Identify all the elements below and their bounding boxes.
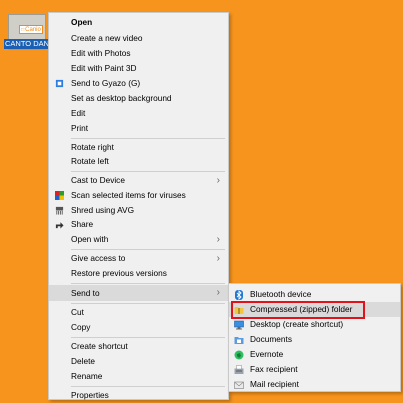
mail-icon — [234, 381, 244, 389]
bluetooth-icon — [235, 290, 243, 300]
menu-separator — [71, 337, 225, 338]
menu-item-create-shortcut[interactable]: Create shortcut — [49, 339, 228, 354]
menu-item-label: Rotate right — [71, 142, 114, 152]
menu-item-create-video[interactable]: Create a new video — [49, 31, 228, 46]
menu-item-cast-device[interactable]: Cast to Device › — [49, 173, 228, 188]
avg-scan-icon — [55, 191, 64, 200]
shredder-icon — [55, 206, 64, 215]
chevron-right-icon: › — [216, 175, 220, 186]
sendto-item-evernote[interactable]: Evernote — [229, 347, 400, 362]
menu-item-label: Open with — [71, 234, 109, 244]
menu-item-scan-viruses[interactable]: Scan selected items for viruses — [49, 188, 228, 203]
menu-item-send-to[interactable]: Send to › — [49, 285, 228, 301]
menu-item-edit-paint3d[interactable]: Edit with Paint 3D — [49, 61, 228, 76]
menu-item-label: Open — [71, 17, 93, 27]
menu-item-give-access[interactable]: Give access to › — [49, 251, 228, 266]
menu-item-label: Create shortcut — [71, 341, 128, 351]
menu-item-label: Properties — [71, 390, 109, 400]
chevron-right-icon: › — [216, 234, 220, 245]
menu-item-label: Print — [71, 123, 89, 133]
menu-item-set-background[interactable]: Set as desktop background — [49, 91, 228, 106]
menu-item-label: Share — [71, 219, 94, 229]
menu-item-label: Rename — [71, 371, 103, 381]
menu-item-label: Shred using AVG — [71, 205, 135, 215]
menu-item-label: Edit with Photos — [71, 48, 131, 58]
menu-item-label: Copy — [71, 322, 91, 332]
menu-item-send-gyazo[interactable]: Send to Gyazo (G) — [49, 76, 228, 91]
menu-item-print[interactable]: Print — [49, 121, 228, 136]
menu-item-label: Create a new video — [71, 33, 143, 43]
menu-item-shred-avg[interactable]: Shred using AVG — [49, 203, 228, 218]
sendto-item-mail[interactable]: Mail recipient — [229, 377, 400, 392]
menu-item-label: Send to — [71, 288, 100, 298]
menu-item-properties[interactable]: Properties — [49, 388, 228, 403]
menu-separator — [71, 303, 225, 304]
menu-item-cut[interactable]: Cut — [49, 305, 228, 320]
documents-icon — [234, 337, 244, 344]
context-menu: Open Create a new video Edit with Photos… — [48, 12, 229, 400]
menu-separator — [71, 283, 225, 284]
sendto-item-label: Mail recipient — [250, 379, 299, 389]
menu-separator — [71, 138, 225, 139]
menu-item-label: Set as desktop background — [71, 93, 172, 103]
menu-item-label: Cut — [71, 307, 84, 317]
menu-item-open-with[interactable]: Open with › — [49, 232, 228, 247]
menu-item-copy[interactable]: Copy — [49, 320, 228, 335]
menu-item-label: Delete — [71, 356, 95, 366]
sendto-item-label: Desktop (create shortcut) — [250, 319, 344, 329]
menu-item-restore-versions[interactable]: Restore previous versions — [49, 266, 228, 281]
sendto-item-fax[interactable]: Fax recipient — [229, 362, 400, 377]
menu-item-label: Edit with Paint 3D — [71, 63, 137, 73]
chevron-right-icon: › — [216, 287, 220, 298]
menu-item-rotate-right[interactable]: Rotate right — [49, 140, 228, 155]
desktop-icon — [234, 320, 244, 330]
menu-item-open[interactable]: Open — [49, 15, 228, 30]
menu-item-label: Edit — [71, 108, 86, 118]
menu-item-label: Cast to Device — [71, 175, 125, 185]
menu-item-delete[interactable]: Delete — [49, 354, 228, 369]
thumbnail-logo-text: Canio — [19, 25, 43, 34]
share-icon — [55, 222, 64, 229]
menu-item-label: Scan selected items for viruses — [71, 190, 186, 200]
sendto-item-bluetooth[interactable]: Bluetooth device — [229, 287, 400, 302]
sendto-item-label: Fax recipient — [250, 364, 298, 374]
menu-item-label: Rotate left — [71, 156, 109, 166]
evernote-icon — [234, 350, 244, 360]
fax-icon — [234, 365, 244, 374]
desktop-file-name: CANTO DAN — [4, 39, 48, 49]
sendto-item-documents[interactable]: Documents — [229, 332, 400, 347]
sendto-item-label: Bluetooth device — [250, 289, 312, 299]
sendto-item-label: Documents — [250, 334, 292, 344]
menu-separator — [71, 249, 225, 250]
chevron-right-icon: › — [216, 253, 220, 264]
menu-item-edit-photos[interactable]: Edit with Photos — [49, 46, 228, 61]
menu-separator — [71, 171, 225, 172]
sendto-item-label: Evernote — [250, 349, 284, 359]
send-to-submenu: Bluetooth device Compressed (zipped) fol… — [228, 283, 401, 392]
highlight-annotation-box — [231, 301, 365, 319]
menu-separator — [71, 386, 225, 387]
menu-item-edit[interactable]: Edit — [49, 106, 228, 121]
menu-item-rotate-left[interactable]: Rotate left — [49, 154, 228, 169]
menu-item-label: Send to Gyazo (G) — [71, 78, 141, 88]
gyazo-icon — [55, 79, 64, 88]
sendto-item-desktop[interactable]: Desktop (create shortcut) — [229, 317, 400, 332]
menu-item-label: Give access to — [71, 253, 126, 263]
menu-item-label: Restore previous versions — [71, 268, 167, 278]
menu-item-rename[interactable]: Rename — [49, 369, 228, 384]
menu-item-share[interactable]: Share — [49, 217, 228, 232]
